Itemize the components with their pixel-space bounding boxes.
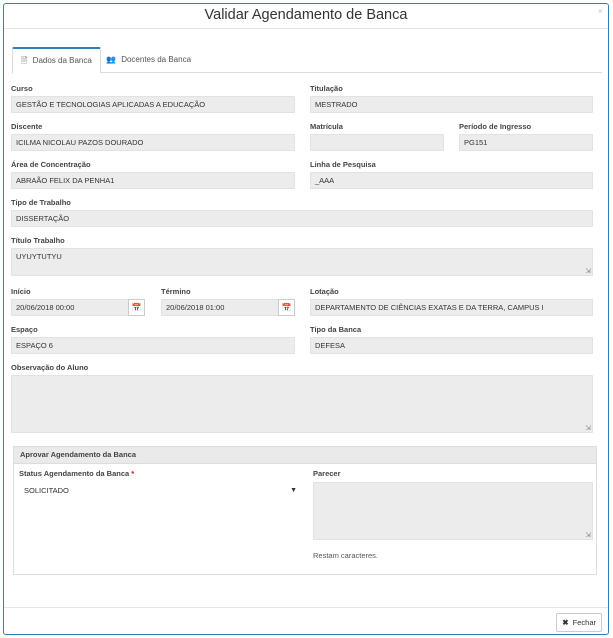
tipo-banca-field[interactable]: DEFESA (310, 337, 593, 354)
calendar-icon[interactable]: 📅 (278, 299, 295, 316)
document-icon: 🗎 (21, 56, 28, 65)
lotacao-field[interactable]: DEPARTAMENTO DE CIÊNCIAS EXATAS E DA TER… (310, 299, 593, 316)
linha-label: Linha de Pesquisa (310, 160, 376, 169)
titulacao-field[interactable]: MESTRADO (310, 96, 593, 113)
termino-label: Término (161, 287, 191, 296)
close-icon[interactable]: × (598, 6, 603, 16)
discente-field[interactable]: ICILMA NICOLAU PAZOS DOURADO (11, 134, 295, 151)
calendar-icon[interactable]: 📅 (128, 299, 145, 316)
curso-field[interactable]: GESTÃO E TECNOLOGIAS APLICADAS A EDUCAÇÃ… (11, 96, 295, 113)
matricula-field[interactable] (310, 134, 444, 151)
validate-banca-modal: Validar Agendamento de Banca × 🗎 Dados d… (3, 3, 609, 635)
resize-grip-icon[interactable]: ⇲ (585, 532, 591, 539)
periodo-field[interactable]: PG151 (459, 134, 593, 151)
observacao-textarea[interactable]: ⇲ (11, 375, 593, 433)
modal-footer (4, 607, 608, 608)
resize-grip-icon[interactable]: ⇲ (585, 425, 591, 432)
users-icon: 👥 (106, 55, 116, 64)
espaco-label: Espaço (11, 325, 38, 334)
approval-panel: Aprovar Agendamento da Banca Status Agen… (13, 446, 597, 575)
linha-field[interactable]: _AAA (310, 172, 593, 189)
status-label: Status Agendamento da Banca * (19, 469, 134, 478)
remaining-characters-hint: Restam caracteres. (313, 551, 379, 560)
parecer-label: Parecer (313, 469, 341, 478)
espaco-field[interactable]: ESPAÇO 6 (11, 337, 295, 354)
tipo-banca-label: Tipo da Banca (310, 325, 362, 334)
resize-grip-icon[interactable]: ⇲ (585, 268, 591, 275)
status-select[interactable]: SOLICITADO ▼ (19, 482, 301, 499)
status-label-text: Status Agendamento da Banca (19, 469, 130, 478)
discente-label: Discente (11, 122, 43, 131)
matricula-label: Matrícula (310, 122, 343, 131)
area-label: Área de Concentração (11, 160, 91, 169)
curso-label: Curso (11, 84, 33, 93)
tipo-trabalho-field[interactable]: DISSERTAÇÃO (11, 210, 593, 227)
area-field[interactable]: ABRAÃO FELIX DA PENHA1 (11, 172, 295, 189)
inicio-label: Início (11, 287, 31, 296)
dropdown-arrow-icon: ▼ (290, 487, 297, 494)
tab-bar: 🗎 Dados da Banca 👥 Docentes da Banca (12, 47, 602, 74)
titulo-textarea[interactable]: UYUYTUTYU ⇲ (11, 248, 593, 276)
close-button[interactable]: ✖ Fechar (556, 613, 602, 632)
required-mark: * (131, 469, 135, 478)
approval-panel-title: Aprovar Agendamento da Banca (14, 447, 596, 464)
titulo-value: UYUYTUTYU (16, 252, 62, 261)
close-button-label: Fechar (572, 618, 596, 627)
tab-label: Docentes da Banca (121, 55, 192, 64)
close-icon: ✖ (562, 618, 569, 627)
titulacao-label: Titulação (310, 84, 343, 93)
titulo-label: Título Trabalho (11, 236, 65, 245)
status-select-value: SOLICITADO (24, 486, 69, 495)
inicio-field[interactable]: 20/06/2018 00:00 (11, 299, 129, 316)
observacao-label: Observação do Aluno (11, 363, 89, 372)
periodo-label: Período de Ingresso (459, 122, 532, 131)
modal-title: Validar Agendamento de Banca (204, 7, 408, 23)
tipo-trabalho-label: Tipo de Trabalho (11, 198, 71, 207)
tab-label: Dados da Banca (32, 56, 92, 65)
tab-docentes-da-banca[interactable]: 👥 Docentes da Banca (97, 47, 200, 73)
tab-dados-da-banca[interactable]: 🗎 Dados da Banca (12, 47, 101, 74)
termino-field[interactable]: 20/06/2018 01:00 (161, 299, 279, 316)
parecer-textarea[interactable]: ⇲ (313, 482, 593, 540)
lotacao-label: Lotação (310, 287, 339, 296)
modal-header: Validar Agendamento de Banca × (4, 4, 608, 29)
